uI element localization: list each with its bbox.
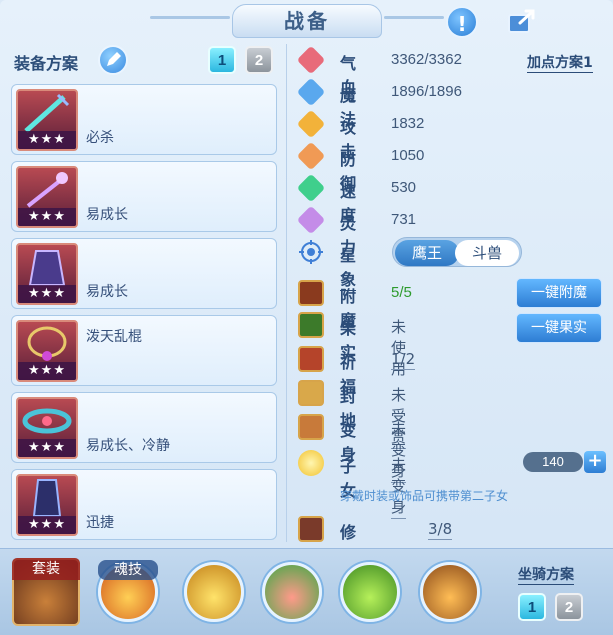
one-click-fruit-button[interactable]: 一键果实 — [516, 313, 602, 343]
equip-slot-6[interactable]: ★★★ 迅捷 — [11, 469, 277, 540]
mount-plan-1-button[interactable]: 1 — [518, 593, 546, 621]
child-count: 140 — [523, 452, 583, 472]
child-hint-text: 穿戴时装或饰品可携带第二子女 — [340, 489, 509, 503]
equip-slot-effect: 易成长 — [86, 207, 128, 223]
stat-value: 530 — [391, 179, 417, 196]
cultivation-icon — [298, 516, 324, 542]
equip-slot-effect: 迅捷 — [86, 515, 114, 531]
fruit-icon — [298, 312, 324, 338]
star-rating: ★★★ — [18, 362, 76, 380]
equip-slot-effect: 易成长 — [86, 284, 128, 300]
stat-value: 1050 — [391, 147, 425, 164]
equip-slot-3[interactable]: ★★★ 易成长 — [11, 238, 277, 309]
stat-value: 3362/3362 — [391, 51, 462, 68]
stat-value: 1832 — [391, 115, 425, 132]
enchant-icon — [298, 280, 324, 306]
equip-slot-4[interactable]: ★★★ 泼天乱棍 — [11, 315, 277, 386]
fief-icon — [298, 380, 324, 406]
equip-slot-effect: 易成长、冷静 — [86, 438, 170, 454]
fruit-value: 未使用 — [391, 318, 407, 378]
blessing-icon — [298, 346, 324, 372]
star-sign-option-eagle[interactable]: 鹰王 — [395, 240, 459, 266]
star-sign-toggle[interactable]: 鹰王 斗兽 — [392, 237, 522, 267]
equip-slot-5[interactable]: ★★★ 易成长、冷静 — [11, 392, 277, 463]
star-rating: ★★★ — [18, 516, 76, 534]
hint-icon[interactable]: ! — [446, 6, 478, 38]
necklace-icon: ★★★ — [16, 320, 78, 382]
stat-value: 731 — [391, 211, 417, 228]
page-title: 战备 — [232, 4, 382, 38]
edit-icon[interactable] — [98, 45, 128, 75]
compass-icon — [298, 239, 324, 265]
star-rating: ★★★ — [18, 439, 76, 457]
equip-slot-1[interactable]: ★★★ 必杀 — [11, 84, 277, 155]
star-rating: ★★★ — [18, 131, 76, 149]
add-point-plan-link[interactable]: 加点方案1 — [527, 52, 593, 73]
armor-icon: ★★★ — [16, 243, 78, 305]
mount-plan-2-button[interactable]: 2 — [555, 593, 583, 621]
child-icon — [298, 450, 324, 476]
star-sign-option-beast[interactable]: 斗兽 — [455, 240, 519, 266]
equip-plan-1-button[interactable]: 1 — [208, 46, 236, 74]
suit-label: 套装 — [12, 558, 80, 580]
equip-plan-label: 装备方案 — [14, 54, 79, 73]
boots-icon: ★★★ — [16, 474, 78, 536]
transform-icon — [298, 414, 324, 440]
title-decoration-right — [384, 16, 444, 19]
stat-value: 1896/1896 — [391, 83, 462, 100]
equip-plan-2-button[interactable]: 2 — [245, 46, 273, 74]
star-rating: ★★★ — [18, 208, 76, 226]
skill-orb-1[interactable] — [184, 562, 244, 622]
soul-skill-label: 魂技 — [98, 560, 158, 580]
mount-plan-label[interactable]: 坐骑方案 — [518, 564, 574, 585]
column-divider — [286, 44, 287, 542]
weapon-icon: ★★★ — [16, 89, 78, 151]
belt-icon: ★★★ — [16, 397, 78, 459]
skill-orb-2[interactable] — [262, 562, 322, 622]
equip-slot-effect: 泼天乱棍 — [86, 329, 142, 345]
cultivation-value[interactable]: 3/8 — [428, 520, 453, 540]
star-rating: ★★★ — [18, 285, 76, 303]
one-click-enchant-button[interactable]: 一键附魔 — [516, 278, 602, 308]
blessing-value[interactable]: 1/2 — [391, 350, 416, 370]
title-decoration-left — [150, 16, 230, 19]
share-icon[interactable] — [506, 6, 540, 36]
equip-slot-2[interactable]: ★★★ 易成长 — [11, 161, 277, 232]
equip-slot-effect: 必杀 — [86, 130, 114, 146]
add-child-button[interactable]: + — [584, 451, 606, 473]
enchant-value: 5/5 — [391, 284, 412, 301]
skill-orb-4[interactable] — [420, 562, 480, 622]
helmet-icon: ★★★ — [16, 166, 78, 228]
skill-orb-3[interactable] — [340, 562, 400, 622]
